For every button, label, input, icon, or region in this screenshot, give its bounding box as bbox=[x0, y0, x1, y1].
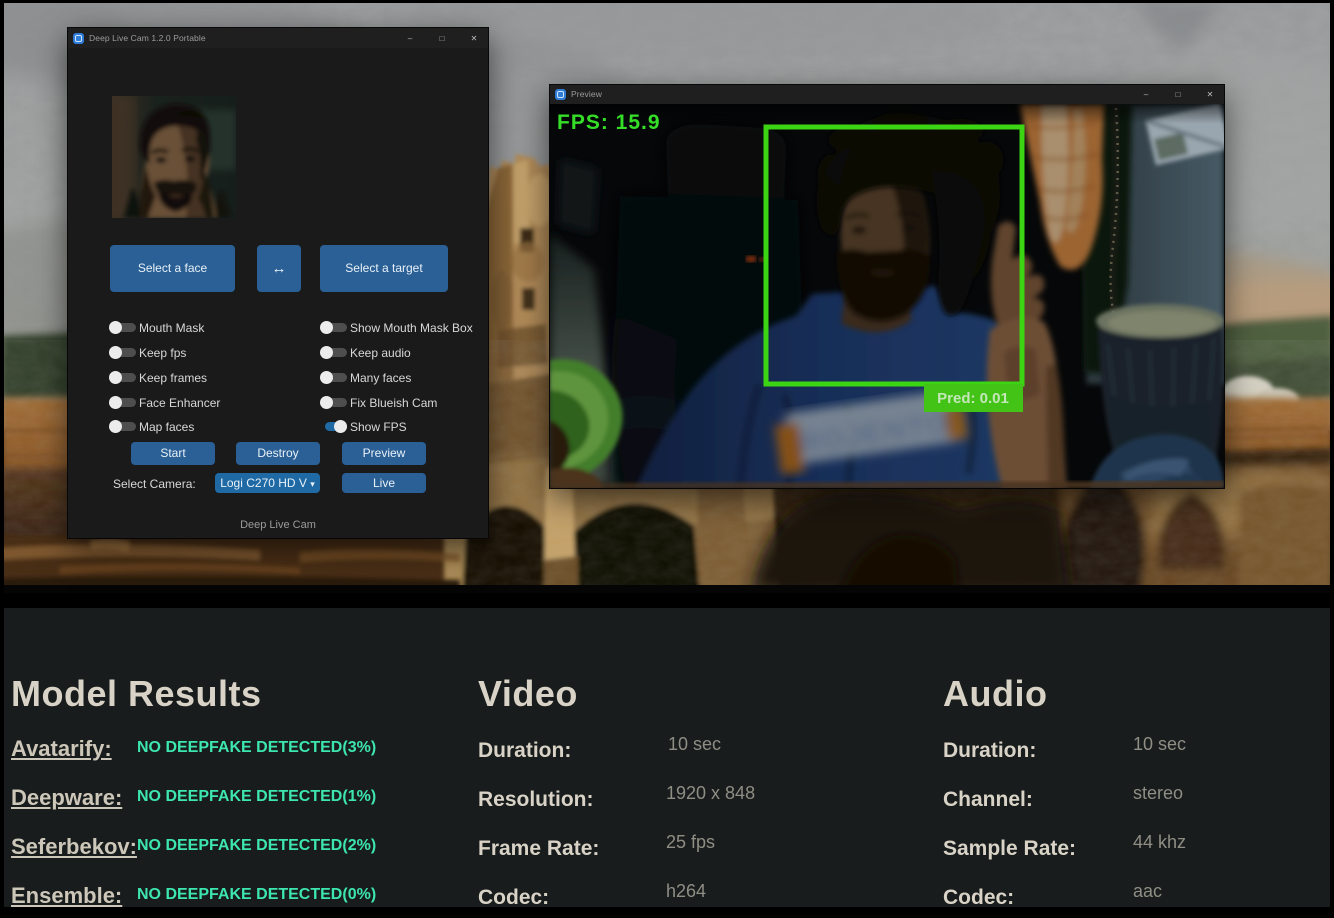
svg-text:FPS: 15.9: FPS: 15.9 bbox=[557, 111, 661, 134]
svg-text:Pred: 0.01: Pred: 0.01 bbox=[937, 390, 1009, 407]
